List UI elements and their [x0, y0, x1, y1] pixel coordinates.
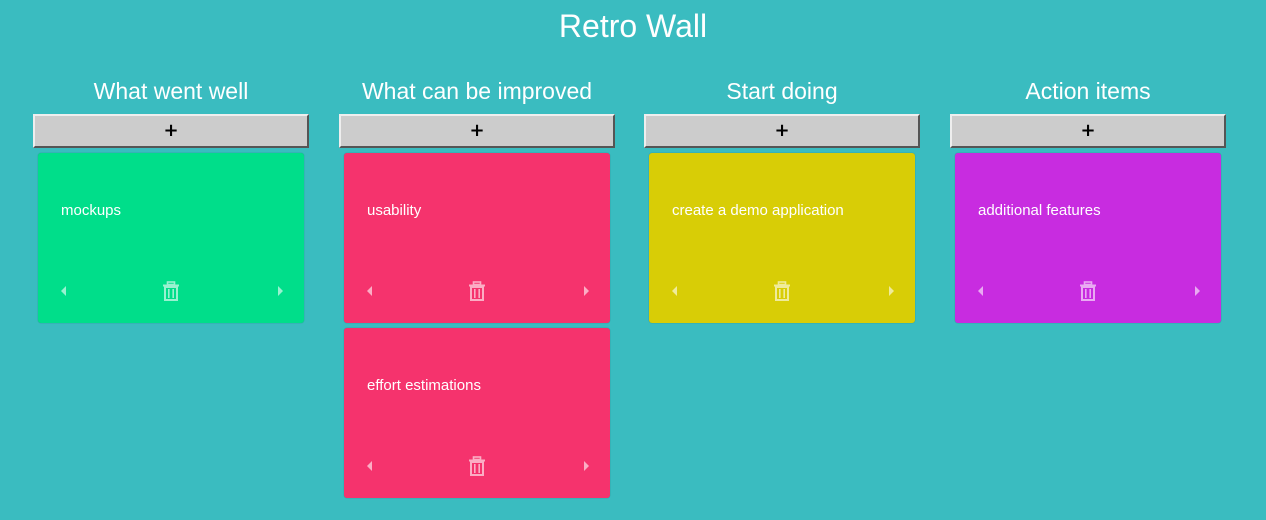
trash-icon[interactable] — [468, 281, 486, 301]
card-controls — [649, 281, 915, 301]
retro-board: What went well + mockups What can be imp… — [33, 76, 1233, 520]
caret-right-icon[interactable] — [1191, 281, 1203, 301]
card-text[interactable]: effort estimations — [367, 377, 590, 395]
add-card-button[interactable]: + — [950, 114, 1226, 148]
caret-left-icon[interactable] — [364, 456, 376, 476]
column-title: Start doing — [726, 78, 838, 104]
caret-left-icon[interactable] — [364, 281, 376, 301]
column-title: Action items — [1025, 78, 1151, 104]
column-title: What can be improved — [361, 78, 593, 104]
caret-right-icon[interactable] — [274, 281, 286, 301]
card-controls — [344, 456, 610, 476]
trash-icon[interactable] — [468, 456, 486, 476]
caret-left-icon[interactable] — [975, 281, 987, 301]
trash-icon[interactable] — [1079, 281, 1097, 301]
card-text[interactable]: additional features — [978, 202, 1201, 220]
retro-card: effort estimations — [344, 328, 610, 498]
column-action-items: Action items + additional features — [950, 76, 1226, 323]
page-title: Retro Wall — [558, 8, 708, 44]
card-controls — [344, 281, 610, 301]
add-card-button[interactable]: + — [339, 114, 615, 148]
trash-icon[interactable] — [773, 281, 791, 301]
retro-card: mockups — [38, 153, 304, 323]
retro-card: create a demo application — [649, 153, 915, 323]
column-what-went-well: What went well + mockups — [33, 76, 309, 323]
retro-card: usability — [344, 153, 610, 323]
column-title: What went well — [93, 78, 249, 104]
card-text[interactable]: mockups — [61, 202, 284, 220]
retro-card: additional features — [955, 153, 1221, 323]
column-what-can-be-improved: What can be improved + usability effort … — [339, 76, 615, 498]
caret-right-icon[interactable] — [885, 281, 897, 301]
add-card-button[interactable]: + — [33, 114, 309, 148]
caret-left-icon[interactable] — [58, 281, 70, 301]
caret-left-icon[interactable] — [669, 281, 681, 301]
add-card-button[interactable]: + — [644, 114, 920, 148]
caret-right-icon[interactable] — [580, 456, 592, 476]
card-controls — [955, 281, 1221, 301]
card-controls — [38, 281, 304, 301]
trash-icon[interactable] — [162, 281, 180, 301]
card-text[interactable]: usability — [367, 202, 590, 220]
column-start-doing: Start doing + create a demo application — [644, 76, 920, 323]
caret-right-icon[interactable] — [580, 281, 592, 301]
card-text[interactable]: create a demo application — [672, 202, 895, 220]
